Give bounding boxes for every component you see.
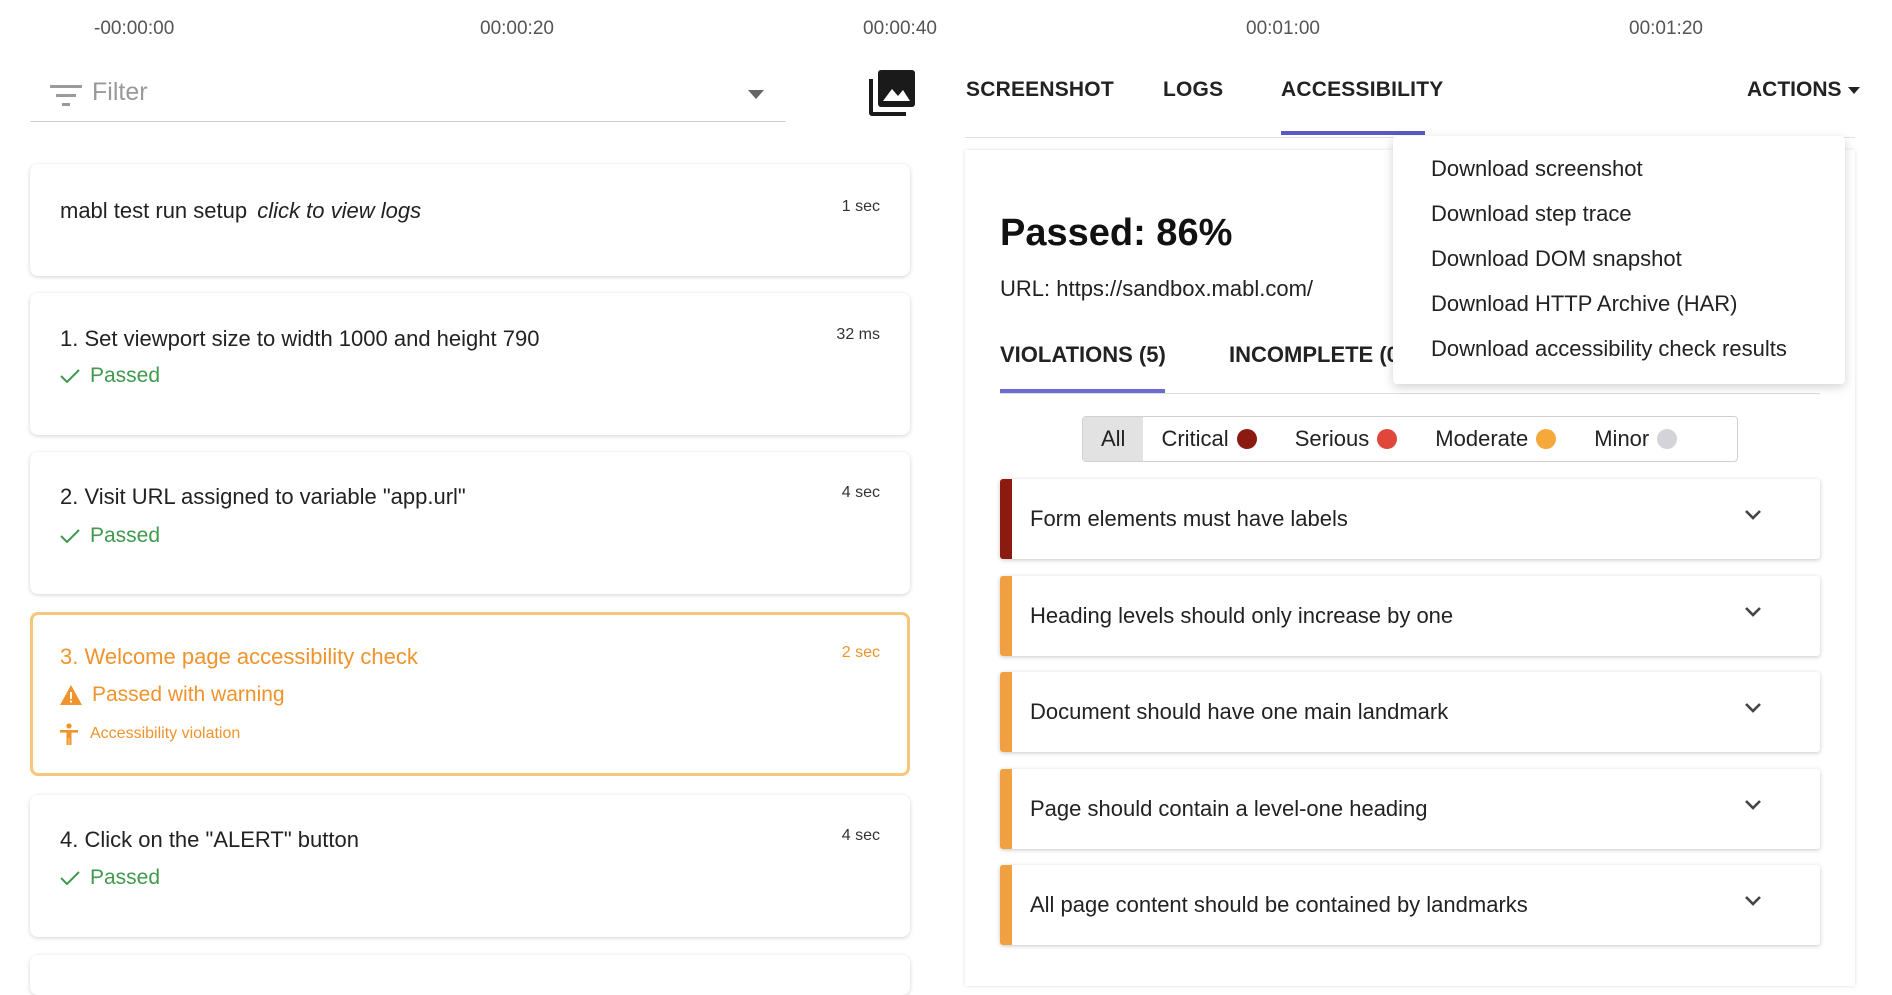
page-url: URL: https://sandbox.mabl.com/	[1000, 276, 1314, 301]
violation-label: Document should have one main landmark	[1030, 699, 1449, 724]
caret-down-icon[interactable]	[748, 90, 764, 99]
severity-bar	[1000, 769, 1012, 849]
menu-item-download-accessibility-results[interactable]: Download accessibility check results	[1431, 336, 1787, 362]
menu-item-download-screenshot[interactable]: Download screenshot	[1431, 156, 1643, 182]
filter-icon	[50, 85, 82, 106]
step-status: Passed	[60, 364, 160, 388]
passed-percentage: Passed: 86%	[1000, 212, 1233, 254]
warning-icon	[60, 685, 82, 705]
violation-label: Heading levels should only increase by o…	[1030, 603, 1454, 628]
tab-logs[interactable]: LOGS	[1163, 78, 1223, 102]
chevron-down-icon[interactable]	[1744, 606, 1762, 618]
chevron-down-icon[interactable]	[1744, 895, 1762, 907]
step-duration: 4 sec	[841, 827, 880, 844]
timeline-tick: 00:00:20	[480, 18, 554, 39]
severity-serious-button[interactable]: Serious	[1271, 417, 1412, 461]
violation-label: Page should contain a level-one heading	[1030, 796, 1428, 821]
severity-bar	[1000, 672, 1012, 752]
check-icon	[60, 529, 80, 543]
accessibility-icon	[60, 723, 78, 745]
timeline-tick: 00:00:40	[863, 18, 937, 39]
actions-menu: Download screenshot Download step trace …	[1393, 136, 1845, 384]
filter-input[interactable]: Filter	[92, 78, 148, 107]
violation-item[interactable]: Document should have one main landmark	[1000, 672, 1820, 752]
step-card[interactable]: mabl test run setup click to view logs 1…	[30, 164, 910, 276]
critical-dot-icon	[1236, 429, 1257, 449]
caret-down-icon	[1847, 86, 1860, 94]
step-status: Passed with warning	[60, 683, 285, 707]
tab-violations[interactable]: VIOLATIONS (5)	[1000, 342, 1166, 368]
image-gallery-icon[interactable]	[869, 70, 915, 116]
tab-screenshot[interactable]: SCREENSHOT	[966, 78, 1114, 102]
severity-minor-button[interactable]: Minor	[1570, 417, 1691, 461]
severity-moderate-button[interactable]: Moderate	[1411, 417, 1570, 461]
severity-filter: All Critical Serious Moderate Minor	[1082, 416, 1738, 462]
step-title: 1. Set viewport size to width 1000 and h…	[60, 326, 540, 351]
step-duration: 4 sec	[841, 484, 880, 501]
actions-button[interactable]: ACTIONS	[1747, 78, 1860, 102]
step-card[interactable]: 4. Click on the "ALERT" button 4 sec Pas…	[30, 795, 910, 937]
step-title: 4. Click on the "ALERT" button	[60, 827, 359, 852]
severity-critical-button[interactable]: Critical	[1143, 417, 1270, 461]
minor-dot-icon	[1657, 429, 1678, 449]
divider	[1000, 393, 1820, 394]
check-icon	[60, 871, 80, 885]
menu-item-download-har[interactable]: Download HTTP Archive (HAR)	[1431, 291, 1737, 317]
step-title: 3. Welcome page accessibility check	[60, 644, 418, 669]
violation-label: All page content should be contained by …	[1030, 892, 1528, 917]
severity-bar	[1000, 865, 1012, 945]
severity-all-button[interactable]: All	[1083, 417, 1144, 461]
step-card[interactable]	[30, 955, 910, 995]
tab-accessibility[interactable]: ACCESSIBILITY	[1281, 78, 1443, 102]
chevron-down-icon[interactable]	[1744, 702, 1762, 714]
step-status: Passed	[60, 524, 160, 548]
violation-item[interactable]: Page should contain a level-one heading	[1000, 769, 1820, 849]
tab-incomplete[interactable]: INCOMPLETE (0	[1229, 342, 1399, 368]
severity-bar	[1000, 576, 1012, 656]
moderate-dot-icon	[1536, 429, 1557, 449]
step-title: mabl test run setup click to view logs	[60, 198, 422, 223]
step-detail: Accessibility violation	[60, 723, 240, 745]
menu-item-download-step-trace[interactable]: Download step trace	[1431, 201, 1632, 227]
chevron-down-icon[interactable]	[1744, 799, 1762, 811]
violation-item[interactable]: Form elements must have labels	[1000, 479, 1820, 559]
violation-item[interactable]: Heading levels should only increase by o…	[1000, 576, 1820, 656]
violation-item[interactable]: All page content should be contained by …	[1000, 865, 1820, 945]
filter-dropdown[interactable]: Filter	[30, 66, 786, 122]
timeline-tick: 00:01:20	[1629, 18, 1703, 39]
check-icon	[60, 369, 80, 383]
step-card[interactable]: 1. Set viewport size to width 1000 and h…	[30, 293, 910, 435]
step-card-selected[interactable]: 3. Welcome page accessibility check 2 se…	[30, 612, 910, 776]
active-tab-indicator	[1281, 131, 1425, 135]
timeline-tick: 00:01:00	[1246, 18, 1320, 39]
serious-dot-icon	[1377, 429, 1398, 449]
step-duration: 1 sec	[841, 198, 880, 215]
step-card[interactable]: 2. Visit URL assigned to variable "app.u…	[30, 452, 910, 594]
step-duration: 2 sec	[841, 644, 880, 661]
menu-item-download-dom-snapshot[interactable]: Download DOM snapshot	[1431, 246, 1682, 272]
timeline-tick: -00:00:00	[94, 18, 175, 39]
chevron-down-icon[interactable]	[1744, 509, 1762, 521]
step-duration: 32 ms	[836, 326, 880, 343]
step-title: 2. Visit URL assigned to variable "app.u…	[60, 484, 466, 509]
view-logs-link[interactable]: click to view logs	[257, 198, 421, 223]
step-status: Passed	[60, 866, 160, 890]
violation-label: Form elements must have labels	[1030, 506, 1348, 531]
severity-bar	[1000, 479, 1012, 559]
